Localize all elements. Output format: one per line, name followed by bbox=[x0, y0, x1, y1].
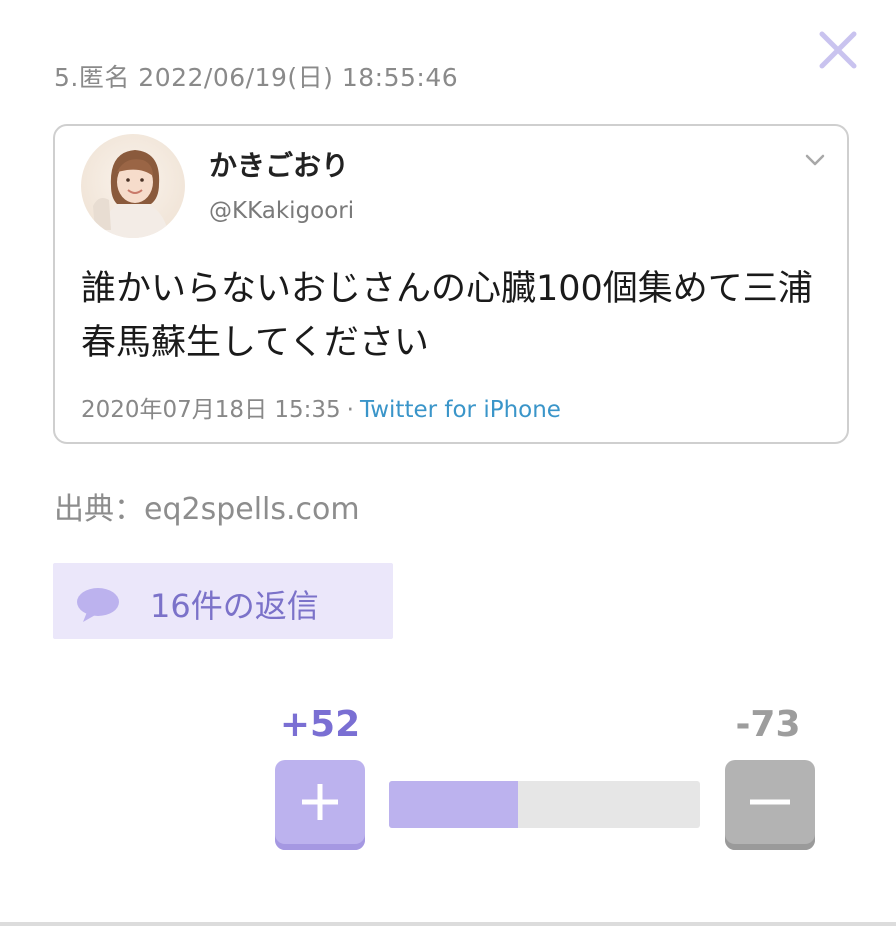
tweet-footer: 2020年07月18日 15:35 · Twitter for iPhone bbox=[81, 390, 561, 424]
comment-card: 5.匿名 2022/06/19(日) 18:55:46 かきごおり @KKaki… bbox=[0, 0, 896, 926]
embedded-tweet[interactable]: かきごおり @KKakigoori 誰かいらないおじさんの心臓100個集めて三浦… bbox=[53, 124, 849, 444]
close-button[interactable] bbox=[814, 26, 862, 74]
upvote-button[interactable] bbox=[275, 760, 365, 850]
close-icon bbox=[819, 31, 857, 69]
tweet-separator: · bbox=[346, 397, 354, 423]
tweet-source-link[interactable]: Twitter for iPhone bbox=[360, 397, 561, 423]
plus-score: +52 bbox=[279, 704, 361, 745]
source-credit: 出典：eq2spells.com bbox=[54, 492, 360, 527]
chevron-down-icon bbox=[805, 154, 825, 166]
avatar[interactable] bbox=[81, 134, 185, 238]
tweet-handle[interactable]: @KKakigoori bbox=[209, 198, 354, 224]
tweet-text: 誰かいらないおじさんの心臓100個集めて三浦春馬蘇生してください bbox=[81, 269, 813, 363]
replies-label: 16件の返信 bbox=[150, 587, 319, 625]
downvote-button[interactable] bbox=[725, 760, 815, 850]
minus-score: -73 bbox=[735, 704, 801, 745]
vote-ratio-fill bbox=[389, 781, 519, 828]
speech-bubble-icon bbox=[77, 588, 119, 622]
comment-meta: 5.匿名 2022/06/19(日) 18:55:46 bbox=[54, 63, 459, 92]
minus-icon bbox=[750, 799, 790, 805]
tweet-date: 2020年07月18日 15:35 bbox=[81, 397, 341, 423]
replies-button[interactable]: 16件の返信 bbox=[53, 563, 393, 639]
tweet-display-name[interactable]: かきごおり bbox=[209, 144, 349, 184]
vote-ratio-bar bbox=[389, 781, 700, 828]
plus-icon bbox=[302, 784, 338, 820]
tweet-menu-button[interactable] bbox=[803, 150, 827, 170]
